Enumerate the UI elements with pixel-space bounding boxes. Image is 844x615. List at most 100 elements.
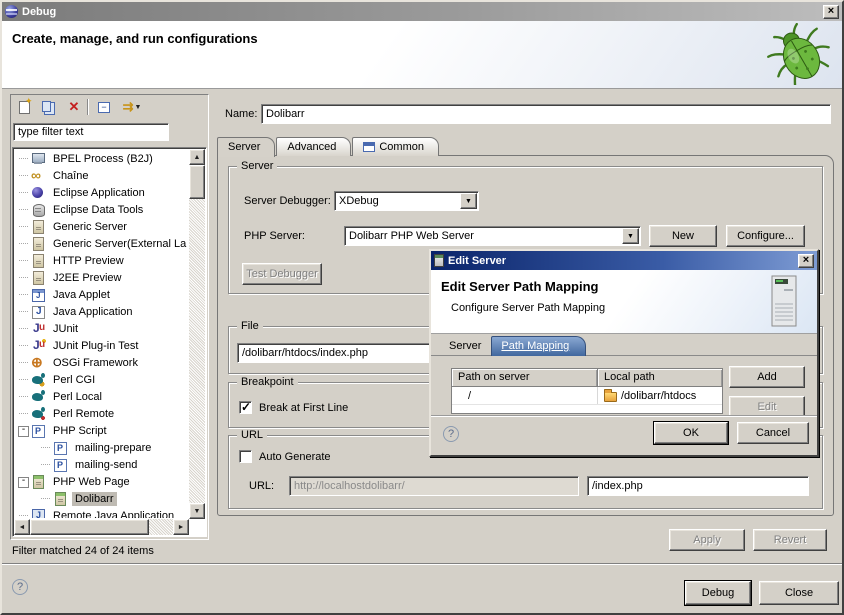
tree-expander[interactable] — [17, 338, 30, 353]
tree-item[interactable]: mailing-prepare — [15, 439, 188, 456]
tree-item[interactable]: J2EE Preview — [15, 269, 188, 286]
horizontal-scroll-thumb[interactable] — [30, 519, 149, 535]
duplicate-config-button[interactable] — [37, 97, 59, 117]
tree-expander[interactable] — [17, 372, 30, 387]
collapse-all-button[interactable]: − — [93, 97, 115, 117]
delete-config-button[interactable]: ✕ — [63, 97, 85, 117]
tree-expander[interactable] — [17, 236, 30, 251]
tree-expander[interactable] — [17, 219, 30, 234]
vertical-scroll-thumb[interactable] — [189, 165, 205, 199]
name-input[interactable] — [261, 104, 831, 124]
dialog-title: Edit Server — [448, 255, 506, 267]
tree-item[interactable]: Perl Remote — [15, 405, 188, 422]
tab-advanced[interactable]: Advanced — [276, 137, 351, 156]
new-launch-config-button[interactable] — [13, 97, 35, 117]
revert-button: Revert — [753, 529, 827, 551]
auto-generate-checkbox[interactable] — [239, 450, 252, 463]
tree-expander[interactable] — [39, 491, 52, 506]
tree-item[interactable]: Java Application — [15, 303, 188, 320]
tree-expander[interactable] — [17, 270, 30, 285]
tree-expander[interactable] — [39, 457, 52, 472]
tree-expander[interactable] — [17, 304, 30, 319]
tree-item[interactable]: Generic Server — [15, 218, 188, 235]
tree-item[interactable]: HTTP Preview — [15, 252, 188, 269]
tab-server[interactable]: Server — [217, 137, 275, 157]
filter-input[interactable] — [13, 123, 169, 141]
php-server-label: PHP Server: — [244, 230, 305, 242]
tree-item[interactable]: Perl CGI — [15, 371, 188, 388]
tree-item[interactable]: Remote Java Application — [15, 507, 188, 518]
php-server-select[interactable]: Dolibarr PHP Web Server ▼ — [344, 226, 641, 246]
combo-arrow-icon[interactable]: ▼ — [622, 228, 639, 244]
filter-button[interactable]: ⇉▼ — [117, 97, 147, 117]
tree-expander[interactable] — [39, 440, 52, 455]
new-server-button[interactable]: New — [649, 225, 717, 247]
scroll-down-icon[interactable]: ▼ — [189, 503, 205, 519]
duplicate-icon — [42, 101, 51, 112]
tree-expander[interactable] — [17, 151, 30, 166]
break-first-line-checkbox[interactable] — [239, 401, 252, 414]
tree-item[interactable]: OSGi Framework — [15, 354, 188, 371]
tree-item[interactable]: PHP Web Page — [15, 473, 188, 490]
dialog-help-icon[interactable]: ? — [443, 426, 459, 442]
window-titlebar: Debug × — [2, 2, 842, 21]
page-title: Create, manage, and run configurations — [12, 31, 258, 46]
scroll-left-icon[interactable]: ◄ — [14, 519, 30, 535]
help-icon[interactable]: ? — [12, 579, 28, 595]
tree-item[interactable]: Java Applet — [15, 286, 188, 303]
tree-expander[interactable] — [17, 287, 30, 302]
tree-item[interactable]: Generic Server(External La — [15, 235, 188, 252]
tree-item[interactable]: Dolibarr — [15, 490, 188, 507]
dialog-tab-server-label: Server — [449, 340, 481, 352]
tab-common[interactable]: Common — [352, 137, 439, 156]
dialog-close-icon[interactable]: × — [798, 254, 814, 268]
cancel-button[interactable]: Cancel — [737, 422, 809, 444]
tree-expander[interactable] — [17, 474, 30, 489]
debug-configurations-window: Debug × Create, manage, and run configur… — [0, 0, 844, 615]
server-debugger-select[interactable]: XDebug ▼ — [334, 191, 479, 211]
tree-item[interactable]: Eclipse Application — [15, 184, 188, 201]
combo-arrow-icon[interactable]: ▼ — [460, 193, 477, 209]
debug-button[interactable]: Debug — [685, 581, 751, 605]
tree-item[interactable]: BPEL Process (B2J) — [15, 150, 188, 167]
chevron-down-icon: ▼ — [134, 104, 141, 111]
tree-expander[interactable] — [17, 406, 30, 421]
tree-expander[interactable] — [17, 423, 30, 438]
tree-item-label: Dolibarr — [72, 492, 117, 506]
break-first-line-label: Break at First Line — [259, 402, 348, 414]
table-row[interactable]: / /dolibarr/htdocs — [452, 387, 722, 405]
column-header-path-on-server[interactable]: Path on server — [452, 369, 598, 387]
close-button[interactable]: Close — [759, 581, 839, 605]
tree-expander[interactable] — [17, 253, 30, 268]
tree-item[interactable]: PHP Script — [15, 422, 188, 439]
tree-expander[interactable] — [17, 321, 30, 336]
tree-expander[interactable] — [17, 508, 30, 518]
tree-expander[interactable] — [17, 355, 30, 370]
tree-item[interactable]: JUnit — [15, 320, 188, 337]
tree-item[interactable]: mailing-send — [15, 456, 188, 473]
configure-server-button[interactable]: Configure... — [726, 225, 805, 247]
tree-item[interactable]: Eclipse Data Tools — [15, 201, 188, 218]
tree-item-icon — [52, 457, 69, 472]
ok-button[interactable]: OK — [654, 422, 728, 444]
tree-expander[interactable] — [17, 185, 30, 200]
tree-expander[interactable] — [17, 202, 30, 217]
add-mapping-button[interactable]: Add — [729, 366, 805, 388]
tree-expander[interactable] — [17, 168, 30, 183]
url-path-input[interactable] — [587, 476, 809, 496]
close-icon[interactable]: × — [823, 5, 839, 19]
dialog-tab-path-mapping[interactable]: Path Mapping — [491, 336, 586, 356]
tree-item[interactable]: JUnit Plug-in Test — [15, 337, 188, 354]
dialog-tabs: Server Path Mapping — [431, 334, 817, 356]
tree-item[interactable]: Chaîne — [15, 167, 188, 184]
tree-vertical-scrollbar[interactable]: ▲ ▼ — [189, 149, 205, 519]
tree-item[interactable]: Perl Local — [15, 388, 188, 405]
scroll-up-icon[interactable]: ▲ — [189, 149, 205, 165]
tree-expander[interactable] — [17, 389, 30, 404]
scroll-right-icon[interactable]: ► — [173, 519, 189, 535]
column-header-local-path[interactable]: Local path — [598, 369, 722, 387]
dialog-tab-server[interactable]: Server — [439, 337, 491, 355]
collapse-all-icon: − — [98, 102, 110, 113]
tree-horizontal-scrollbar[interactable]: ◄ ► — [14, 519, 189, 535]
bug-icon — [764, 23, 834, 85]
